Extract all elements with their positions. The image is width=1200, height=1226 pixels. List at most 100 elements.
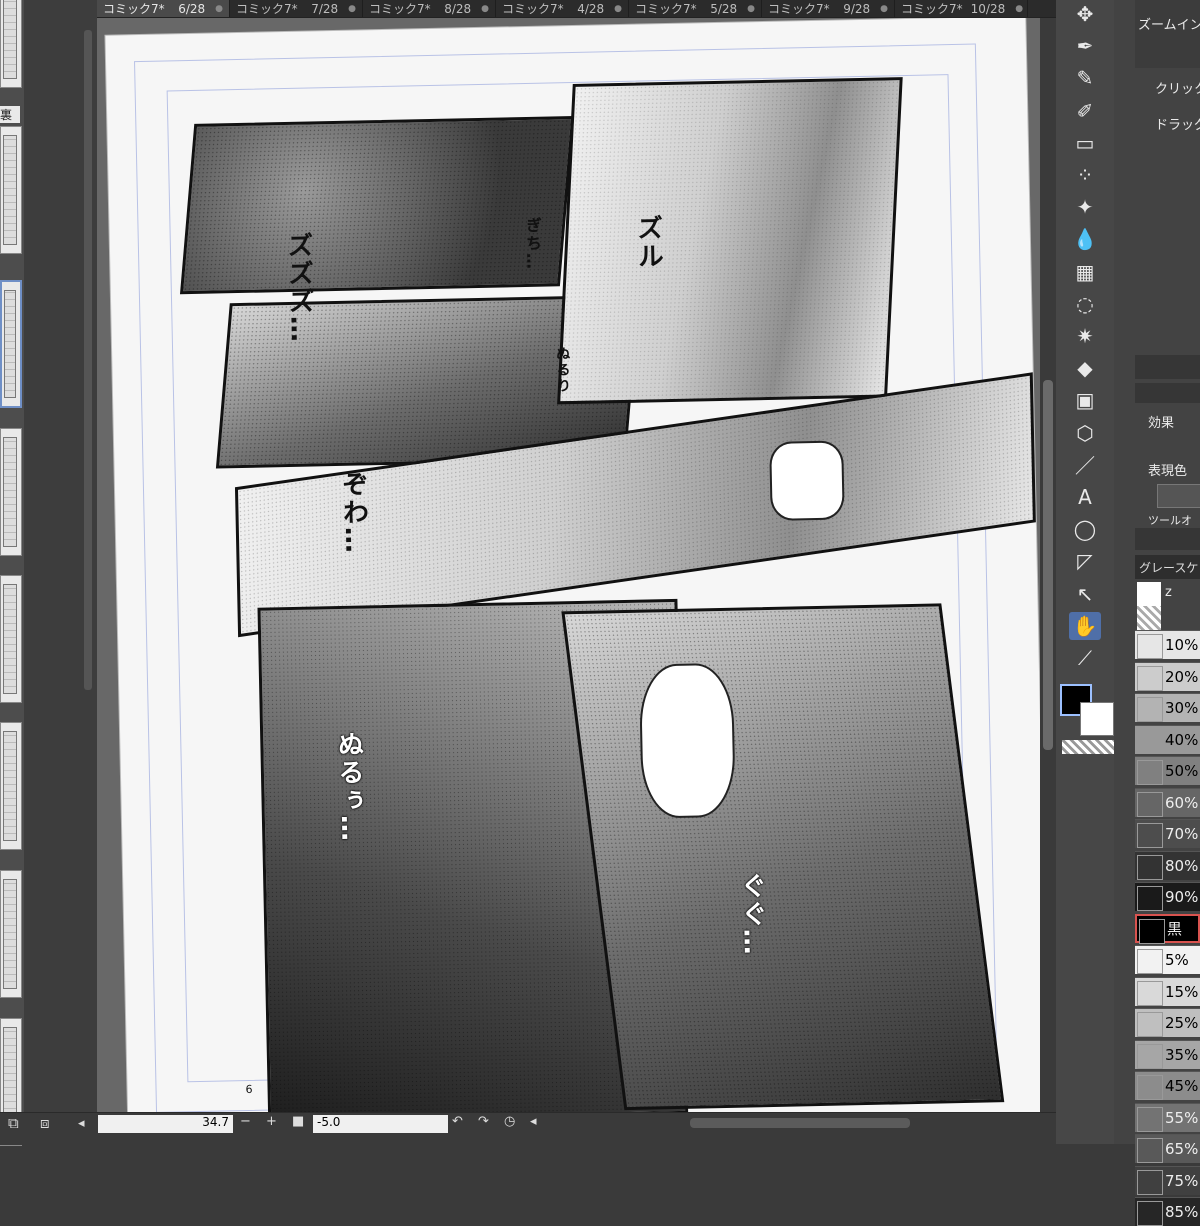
canvas-scroll-thumb[interactable] — [1043, 380, 1053, 750]
zoom-title: ズームイン — [1138, 18, 1200, 33]
tab-close-icon[interactable]: ● — [747, 4, 755, 14]
gray-swatch[interactable]: 45% — [1135, 1071, 1200, 1100]
document-tab[interactable]: コミック7* 10/28 ● — [895, 0, 1028, 17]
move-layer-icon[interactable]: ✥ — [1069, 0, 1101, 28]
swatch-label: 50% — [1165, 762, 1199, 780]
gray-swatch[interactable]: 80% — [1135, 850, 1200, 880]
rotate-left-button[interactable]: ↶ — [452, 1114, 463, 1129]
tab-close-icon[interactable]: ● — [348, 4, 356, 14]
gray-swatch[interactable]: 35% — [1135, 1039, 1200, 1069]
horizontal-scrollbar[interactable] — [690, 1118, 910, 1128]
flip-icon[interactable]: ◂ — [530, 1114, 537, 1129]
pen-icon[interactable]: ✒ — [1069, 32, 1101, 60]
balloon-icon[interactable]: ◯ — [1069, 515, 1101, 543]
lasso-icon[interactable]: ◌ — [1069, 290, 1101, 318]
tab-title: コミック7* — [901, 2, 963, 16]
gray-swatch[interactable]: 60% — [1135, 787, 1200, 817]
swatch-label: 90% — [1165, 888, 1199, 906]
tab-close-icon[interactable]: ● — [880, 4, 888, 14]
text-icon[interactable]: A — [1069, 483, 1101, 511]
decoration-icon[interactable]: ✦ — [1069, 193, 1101, 221]
tool-property-panel — [1135, 0, 1200, 68]
zoom-out-button[interactable]: − — [240, 1114, 251, 1129]
brush-icon[interactable]: ✐ — [1069, 97, 1101, 125]
tab-close-icon[interactable]: ● — [481, 4, 489, 14]
gray-swatch[interactable]: 10% — [1135, 630, 1200, 659]
operation-icon[interactable]: ↖ — [1069, 580, 1101, 608]
gray-swatch[interactable]: 90% — [1135, 882, 1200, 911]
panel-tab-header[interactable] — [1135, 383, 1200, 403]
sound-effect-text: ぞわ… — [337, 470, 370, 555]
gray-swatch[interactable]: 70% — [1135, 819, 1200, 848]
gray-swatch[interactable]: 55% — [1135, 1102, 1200, 1132]
fill-icon[interactable]: ◆ — [1069, 354, 1101, 382]
fit-icon[interactable]: ■ — [292, 1114, 304, 1129]
grayscale-set-select[interactable]: グレースケ — [1135, 555, 1200, 579]
pencil-icon[interactable]: ✎ — [1069, 64, 1101, 92]
gray-swatch[interactable]: 30% — [1135, 693, 1200, 722]
transparent-swatch[interactable] — [1137, 606, 1161, 630]
document-tab[interactable]: コミック7* 5/28 ● — [629, 0, 762, 17]
document-tab[interactable]: コミック7* 7/28 ● — [230, 0, 363, 17]
page-manage-icon[interactable]: ⧈ — [40, 1114, 50, 1132]
page-strip-scrollbar[interactable] — [84, 30, 92, 690]
white-swatch[interactable] — [1137, 582, 1161, 606]
frame-border-icon[interactable]: ◸ — [1069, 547, 1101, 575]
gray-swatch[interactable]: 25% — [1135, 1008, 1200, 1037]
gray-swatch[interactable]: 5% — [1135, 945, 1200, 974]
blend-icon[interactable]: 💧 — [1069, 225, 1101, 253]
swatch-label: 10% — [1165, 636, 1199, 654]
page-thumbnail[interactable] — [0, 126, 22, 254]
tab-close-icon[interactable]: ● — [1015, 4, 1023, 14]
gray-swatch[interactable]: 75% — [1135, 1165, 1200, 1195]
tab-title: コミック7* — [236, 2, 298, 16]
airbrush-icon[interactable]: ⁘ — [1069, 161, 1101, 189]
gray-swatch[interactable]: 85% — [1135, 1197, 1200, 1226]
page-thumbnail[interactable] — [0, 870, 22, 998]
line-icon[interactable]: ／ — [1069, 451, 1101, 479]
color-panel-header[interactable] — [1135, 528, 1200, 550]
comic-panel — [561, 603, 1005, 1111]
document-tab[interactable]: コミック7* 8/28 ● — [363, 0, 496, 17]
expression-color-select[interactable] — [1157, 484, 1200, 508]
rotate-right-button[interactable]: ↷ — [478, 1114, 489, 1129]
gray-swatch[interactable]: 20% — [1135, 661, 1200, 691]
page-thumbnail[interactable] — [0, 428, 22, 556]
document-tab[interactable]: コミック7* 6/28 ● — [97, 0, 230, 17]
gray-swatch[interactable]: 40% — [1135, 724, 1200, 754]
document-tab[interactable]: コミック7* 4/28 ● — [496, 0, 629, 17]
eyedropper-icon[interactable]: ⟋ — [1069, 644, 1101, 672]
transparent-color-swatch[interactable] — [1062, 740, 1114, 754]
page-thumbnail[interactable] — [0, 722, 22, 850]
gray-swatch[interactable]: 65% — [1135, 1134, 1200, 1163]
zoom-input[interactable]: 34.7 — [98, 1115, 233, 1133]
sound-effect-text: ぬるぅ… — [333, 730, 366, 844]
page-side-label: 裏 — [0, 106, 20, 123]
figure-ruler-icon[interactable]: ▦ — [1069, 258, 1101, 286]
swatch-chip — [1137, 728, 1163, 754]
swatch-chip — [1137, 1043, 1163, 1069]
canvas-area[interactable]: ズズズ… ぎち… ズル ぬるり ぞわ… ぬるぅ… ぐぐ… 6 — [97, 18, 1040, 1112]
tab-close-icon[interactable]: ● — [614, 4, 622, 14]
auto-select-icon[interactable]: ✷ — [1069, 322, 1101, 350]
page-thumbnail[interactable] — [0, 575, 22, 703]
page-thumbnail-selected[interactable] — [0, 280, 22, 408]
sub-color-swatch[interactable] — [1080, 702, 1114, 736]
tab-close-icon[interactable]: ● — [215, 4, 223, 14]
gray-swatch[interactable]: 15% — [1135, 976, 1200, 1006]
rotation-angle-input[interactable]: -5.0 — [313, 1115, 448, 1133]
hand-icon[interactable]: ✋ — [1069, 611, 1101, 640]
sound-effect-text: ぎち… — [522, 216, 543, 272]
swatch-chip — [1137, 1075, 1163, 1100]
document-tab[interactable]: コミック7* 9/28 ● — [762, 0, 895, 17]
zoom-in-button[interactable]: + — [266, 1114, 277, 1129]
navigator-icon[interactable]: ⧉ — [8, 1114, 19, 1132]
gray-swatch[interactable]: 50% — [1135, 756, 1200, 785]
gradient-icon[interactable]: ▣ — [1069, 386, 1101, 414]
gray-swatch[interactable]: 黒 — [1135, 913, 1200, 944]
3d-object-icon[interactable]: ⬡ — [1069, 419, 1101, 447]
scroll-left-arrow[interactable]: ◂ — [78, 1116, 85, 1131]
reset-rotation-icon[interactable]: ◷ — [504, 1114, 515, 1129]
eraser-icon[interactable]: ▭ — [1069, 129, 1101, 157]
page-thumbnail[interactable] — [0, 0, 22, 88]
